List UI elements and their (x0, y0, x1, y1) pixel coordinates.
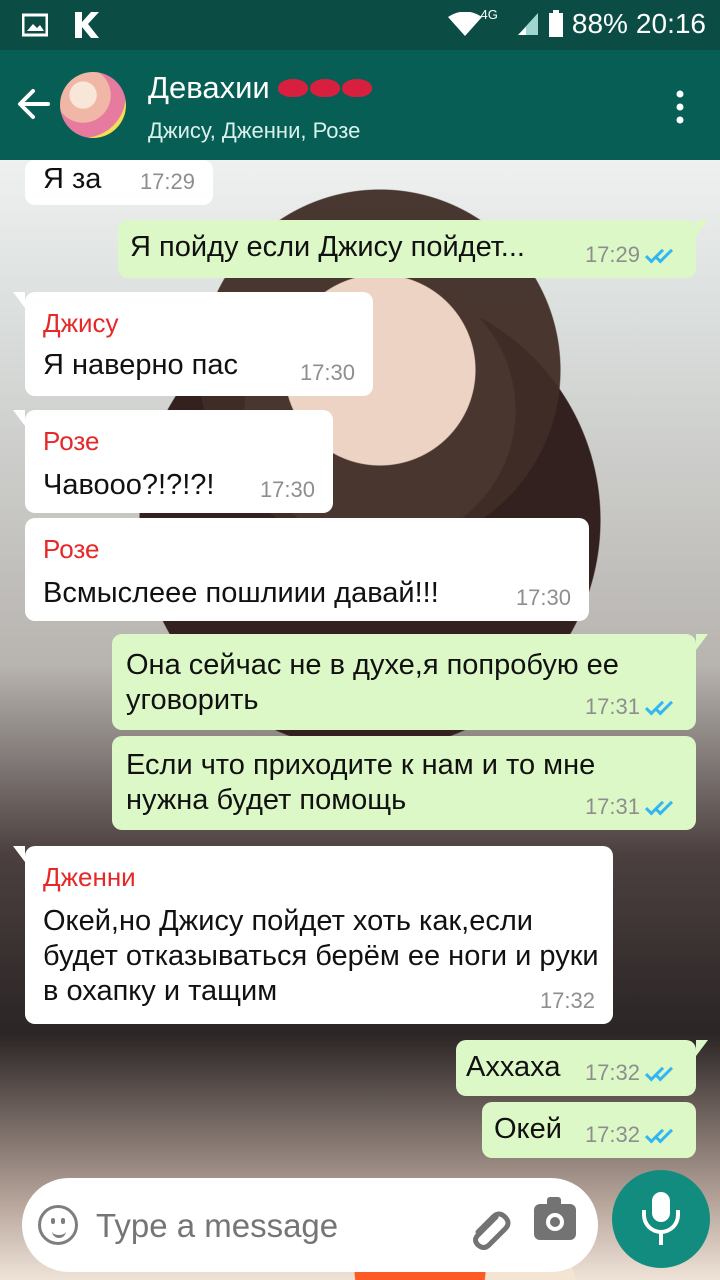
message-time: 17:31 (584, 794, 640, 819)
message-time: 17:30 (259, 477, 315, 502)
message-outgoing[interactable]: Она сейчас не в духе,я попробую ее угово… (112, 634, 708, 730)
camera-icon[interactable] (534, 1197, 576, 1240)
message-input[interactable] (94, 1198, 458, 1254)
more-vert-icon[interactable] (675, 90, 685, 124)
group-name: Девахии (148, 70, 270, 105)
clock: 20:16 (635, 8, 706, 39)
wifi-icon (447, 12, 482, 36)
status-bar: 4G 88% 20:16 (0, 0, 720, 50)
message-incoming[interactable]: Я за 17:29 (25, 160, 213, 205)
mic-stand (642, 1210, 680, 1234)
message-outgoing[interactable]: Если что приходите к нам и то мне нужна … (112, 736, 696, 830)
kiss-icon (341, 79, 372, 97)
message-incoming[interactable]: Розе Чавооо?!?!?! 17:30 (13, 410, 333, 513)
sender-name: Дженни (43, 862, 136, 892)
message-time: 17:29 (584, 242, 640, 267)
network-type: 4G (480, 6, 498, 22)
bubble-tail (13, 410, 25, 426)
message-text: Чавооо?!?!?! (43, 469, 215, 501)
sender-name: Розе (43, 534, 100, 564)
message-incoming[interactable]: Розе Всмыслеее пошлиии давай!!! 17:30 (25, 518, 589, 621)
signal-icon (517, 13, 538, 35)
chat-header: Девахии Джису, Дженни, Розе (0, 50, 720, 160)
message-text: Я за (43, 163, 102, 195)
message-outgoing[interactable]: Окей 17:32 (482, 1102, 696, 1158)
message-time: 17:32 (584, 1122, 640, 1147)
battery-icon (548, 10, 563, 37)
sender-name: Джису (43, 308, 119, 338)
k-app-icon (75, 12, 99, 38)
read-receipt-icon (646, 696, 680, 716)
participants: Джису, Дженни, Розе (148, 118, 361, 143)
chat-title[interactable]: Девахии (148, 70, 372, 106)
message-text: Окей,но Джису пойдет хоть как,если будет… (43, 905, 599, 1007)
read-receipt-icon (646, 1062, 680, 1082)
mic-base (659, 1233, 663, 1245)
group-avatar[interactable] (60, 72, 126, 138)
message-text: Окей (494, 1113, 562, 1145)
message-incoming[interactable]: Дженни Окей,но Джису пойдет хоть как,есл… (13, 846, 613, 1024)
message-composer (22, 1178, 598, 1272)
message-text: Я пойду если Джису пойдет... (130, 231, 525, 263)
bubble-tail (13, 292, 25, 308)
mic-button[interactable] (612, 1170, 710, 1268)
gallery-icon (22, 13, 48, 37)
emoji-mouth (52, 1228, 66, 1238)
message-outgoing[interactable]: Аххаха 17:32 (456, 1040, 708, 1096)
kiss-icon (309, 79, 340, 97)
message-text: Я наверно пас (43, 349, 239, 381)
battery-level: 88% (571, 8, 628, 39)
message-time: 17:30 (299, 360, 355, 385)
emoji-icon[interactable] (38, 1205, 78, 1245)
message-time: 17:30 (515, 585, 571, 610)
bubble-tail (696, 634, 708, 650)
sender-name: Розе (43, 426, 100, 456)
message-time: 17:32 (539, 988, 595, 1013)
bubble-tail (13, 846, 25, 862)
message-text: Всмыслеее пошлиии давай!!! (43, 577, 439, 609)
bubble-tail (696, 1040, 708, 1056)
bubble-tail (696, 220, 708, 236)
attach-icon[interactable] (468, 1202, 514, 1250)
message-time: 17:32 (584, 1060, 640, 1085)
read-receipt-icon (646, 796, 680, 816)
read-receipt-icon (646, 244, 680, 264)
message-time: 17:31 (584, 694, 640, 719)
message-outgoing[interactable]: Я пойду если Джису пойдет... 17:29 (118, 220, 708, 278)
message-time: 17:29 (139, 169, 195, 194)
back-arrow-icon[interactable] (14, 78, 54, 130)
kiss-icon (277, 79, 308, 97)
message-text: Аххаха (466, 1051, 561, 1083)
read-receipt-icon (646, 1124, 680, 1144)
message-incoming[interactable]: Джису Я наверно пас 17:30 (13, 292, 373, 396)
kiss-emoji-icons (277, 79, 372, 97)
